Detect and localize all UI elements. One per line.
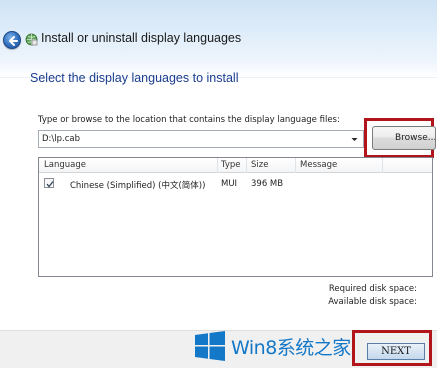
list-item[interactable]: Chinese (Simplified) (中文(简体)) MUI 396 MB xyxy=(39,176,432,191)
windows-logo-icon xyxy=(195,331,225,361)
location-combobox[interactable]: D:\lp.cab xyxy=(38,130,364,148)
language-checkbox[interactable] xyxy=(44,178,54,188)
back-button[interactable] xyxy=(3,31,21,49)
available-disk-space-label: Available disk space: xyxy=(328,297,417,307)
column-language[interactable]: Language xyxy=(44,160,86,170)
back-arrow-icon xyxy=(9,36,18,46)
language-list: Language Type Size Message Chinese (Simp… xyxy=(38,157,433,277)
column-message[interactable]: Message xyxy=(300,160,337,170)
window-title: Install or uninstall display languages xyxy=(41,31,242,45)
checkmark-icon xyxy=(46,181,54,188)
language-app-icon xyxy=(25,33,38,46)
next-button[interactable]: NEXT xyxy=(367,343,425,360)
row-type: MUI xyxy=(221,179,238,189)
column-type[interactable]: Type xyxy=(221,160,241,170)
location-label: Type or browse to the location that cont… xyxy=(38,115,340,125)
list-header: Language Type Size Message xyxy=(39,158,432,173)
watermark-text: Win8系统之家 xyxy=(231,337,351,359)
row-size: 396 MB xyxy=(251,179,284,189)
dropdown-arrow-icon[interactable] xyxy=(348,132,361,146)
page-heading: Select the display languages to install xyxy=(30,71,239,85)
title-bar: Install or uninstall display languages xyxy=(0,0,437,78)
browse-button[interactable]: Browse... xyxy=(372,126,436,150)
row-language: Chinese (Simplified) (中文(简体)) xyxy=(70,181,206,191)
required-disk-space-label: Required disk space: xyxy=(328,284,417,294)
column-size[interactable]: Size xyxy=(251,160,268,170)
location-value: D:\lp.cab xyxy=(42,134,81,144)
